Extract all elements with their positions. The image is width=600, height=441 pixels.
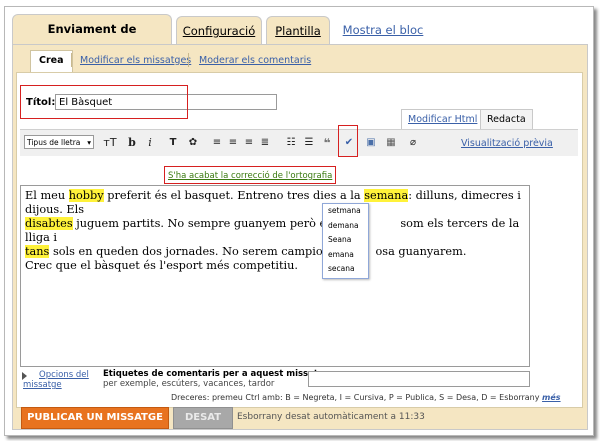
remove-formatting-icon[interactable]: ⌀ [406,135,420,151]
divider [188,53,189,67]
suggestion-item[interactable]: Seana [323,233,368,248]
misspelled-word[interactable]: hobby [68,189,104,202]
post-body-editor[interactable]: El meu hobby preferit és el basquet. Ent… [20,185,530,367]
highlight-box-title [20,85,188,119]
align-left-icon[interactable]: ≡ [210,135,224,151]
post-body-text: El meu hobby preferit és el basquet. Ent… [25,189,521,272]
highlight-box-message [164,166,336,184]
bulleted-list-icon[interactable]: ☰ [302,135,316,151]
suggestion-item[interactable]: emana [323,248,368,263]
tab-edit-html[interactable]: Modificar Html [401,109,485,130]
more-link[interactable]: més [542,393,561,402]
subtab-moderate-comments[interactable]: Moderar els comentaris [191,51,319,71]
italic-button[interactable]: i [144,135,156,151]
align-right-icon[interactable]: ≡ [242,135,256,151]
video-icon[interactable]: ▦ [384,135,398,151]
font-size-button[interactable]: тT [100,135,120,151]
misspelled-word-selected[interactable]: semana [364,189,409,202]
numbered-list-icon[interactable]: ☷ [284,135,298,151]
subtab-create[interactable]: Crea [30,50,73,73]
dropdown-arrow-icon: ▾ [87,138,91,147]
post-options-link[interactable]: Opcions del missatge [23,370,103,390]
bold-button[interactable]: b [126,135,138,151]
align-center-icon[interactable]: ≡ [226,135,240,151]
tab-layout[interactable]: Plantilla [266,16,330,45]
image-icon[interactable]: ▣ [364,135,378,151]
align-justify-icon[interactable]: ≣ [258,135,272,151]
autosave-status: Esborrany desat automàticament a 11:33 [237,412,425,422]
subtab-edit-posts[interactable]: Modificar els missatges [72,51,199,71]
keyboard-shortcuts: Dreceres: premeu Ctrl amb: B = Negreta, … [171,393,561,402]
tab-settings[interactable]: Configuració [176,16,262,45]
publish-button[interactable]: PUBLICAR UN MISSATGE [21,407,169,429]
format-toolbar: Tipus de lletra ▾ тT b i T ✿ ≡ ≡ ≡ ≣ ☷ ☰ … [20,129,578,156]
misspelled-word[interactable]: tans [25,245,50,258]
spelling-suggestions-menu: setmana demana Seana emana secana [322,203,369,279]
highlight-box-spellcheck [338,125,358,157]
labels-hint: per exemple, escúters, vacances, tardor [103,379,275,389]
preview-link[interactable]: Visualització prèvia [461,138,553,149]
suggestion-item[interactable]: demana [323,219,368,234]
tab-view-blog[interactable]: Mostra el bloc [338,16,428,44]
quote-icon[interactable]: ❝ [320,135,334,151]
misspelled-word[interactable]: disabtes [25,217,73,230]
tab-compose[interactable]: Redacta [480,109,533,130]
suggestion-item[interactable]: secana [323,262,368,277]
tab-posting[interactable]: Enviament de missatges [12,14,172,64]
save-draft-button[interactable]: DESAT [173,407,233,429]
labels-title: Etiquetes de comentaris per a aquest mis… [103,369,334,379]
labels-input[interactable] [308,371,530,387]
link-icon[interactable]: ✿ [186,135,200,151]
suggestion-item[interactable]: setmana [323,204,368,219]
text-color-button[interactable]: T [166,135,180,151]
font-select[interactable]: Tipus de lletra ▾ [24,135,94,149]
